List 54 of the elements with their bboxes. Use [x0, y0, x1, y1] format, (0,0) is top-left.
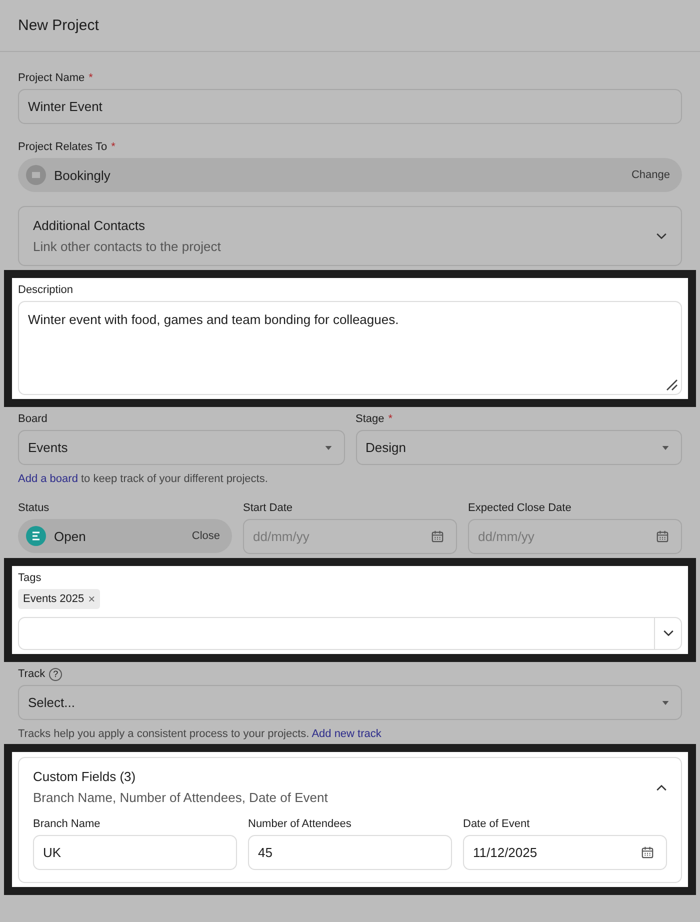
chevron-up-icon[interactable]	[656, 784, 667, 791]
chevron-down-icon[interactable]	[656, 233, 667, 240]
tags-input[interactable]	[18, 617, 682, 650]
field-label: Project Relates To	[18, 141, 108, 153]
field-label: Date of Event	[463, 818, 530, 830]
help-icon[interactable]: ?	[49, 668, 62, 680]
help-text: Tracks help you apply a consistent process to your projects. Add new track	[18, 728, 382, 740]
field-label: Board	[18, 413, 48, 425]
status-icon	[26, 526, 46, 546]
card-subtitle: Link other contacts to the project	[33, 239, 221, 254]
chevron-down-icon[interactable]	[662, 630, 674, 637]
select-field[interactable]: Events	[18, 430, 344, 465]
field-label: Status	[18, 502, 50, 514]
field-label: Start Date	[243, 502, 293, 514]
building-icon	[26, 165, 46, 185]
add-board-link[interactable]: Add a board	[18, 473, 78, 485]
input-field[interactable]: UK	[33, 835, 237, 870]
field-label: Number of Attendees	[248, 818, 352, 830]
window-title: New Project	[18, 17, 99, 34]
tag-chip: Events 2025 ×	[18, 589, 100, 609]
field-label: Branch Name	[33, 818, 100, 830]
calendar-icon	[431, 530, 444, 543]
input-field[interactable]: Winter Event	[18, 89, 682, 124]
remove-tag-button[interactable]: ×	[88, 592, 96, 606]
description-textarea[interactable]: Winter event with food, games and team bonding for colleagues.	[18, 301, 682, 395]
field-label: Track	[18, 668, 46, 680]
required-mark: *	[388, 413, 393, 425]
contacts-card[interactable]: Additional Contacts Link other contacts to the project	[18, 206, 682, 266]
date-field[interactable]: 11/12/2025	[463, 835, 667, 870]
card-subtitle: Branch Name, Number of Attendees, Date of Event	[33, 790, 328, 805]
resize-handle-icon[interactable]	[666, 379, 678, 391]
card-title: Custom Fields (3)	[33, 769, 137, 784]
caret-icon	[662, 446, 669, 450]
caret-icon	[324, 446, 332, 450]
field-label: Project Name	[18, 72, 85, 84]
input-field[interactable]: 45	[248, 835, 452, 870]
required-mark: *	[111, 141, 116, 153]
change-button[interactable]: Change	[627, 169, 674, 181]
required-mark: *	[88, 72, 93, 84]
caret-icon	[662, 700, 669, 704]
relation-name: Bookingly	[54, 168, 112, 182]
field-label: Expected Close Date	[468, 502, 572, 514]
card-title: Additional Contacts	[33, 218, 146, 233]
select-field[interactable]: Design	[356, 430, 682, 465]
add-track-link[interactable]: Add new track	[312, 728, 382, 740]
help-text: Add a board to keep track of your different projects.	[18, 473, 269, 485]
field-label: Tags	[18, 572, 42, 584]
field-label: Description	[18, 284, 74, 296]
field-label: Stage	[356, 413, 384, 425]
select-field[interactable]: Select...	[18, 685, 682, 720]
calendar-icon	[641, 846, 654, 859]
status-value: Open	[54, 528, 87, 544]
calendar-icon	[656, 530, 669, 543]
close-button[interactable]: Close	[188, 530, 224, 542]
